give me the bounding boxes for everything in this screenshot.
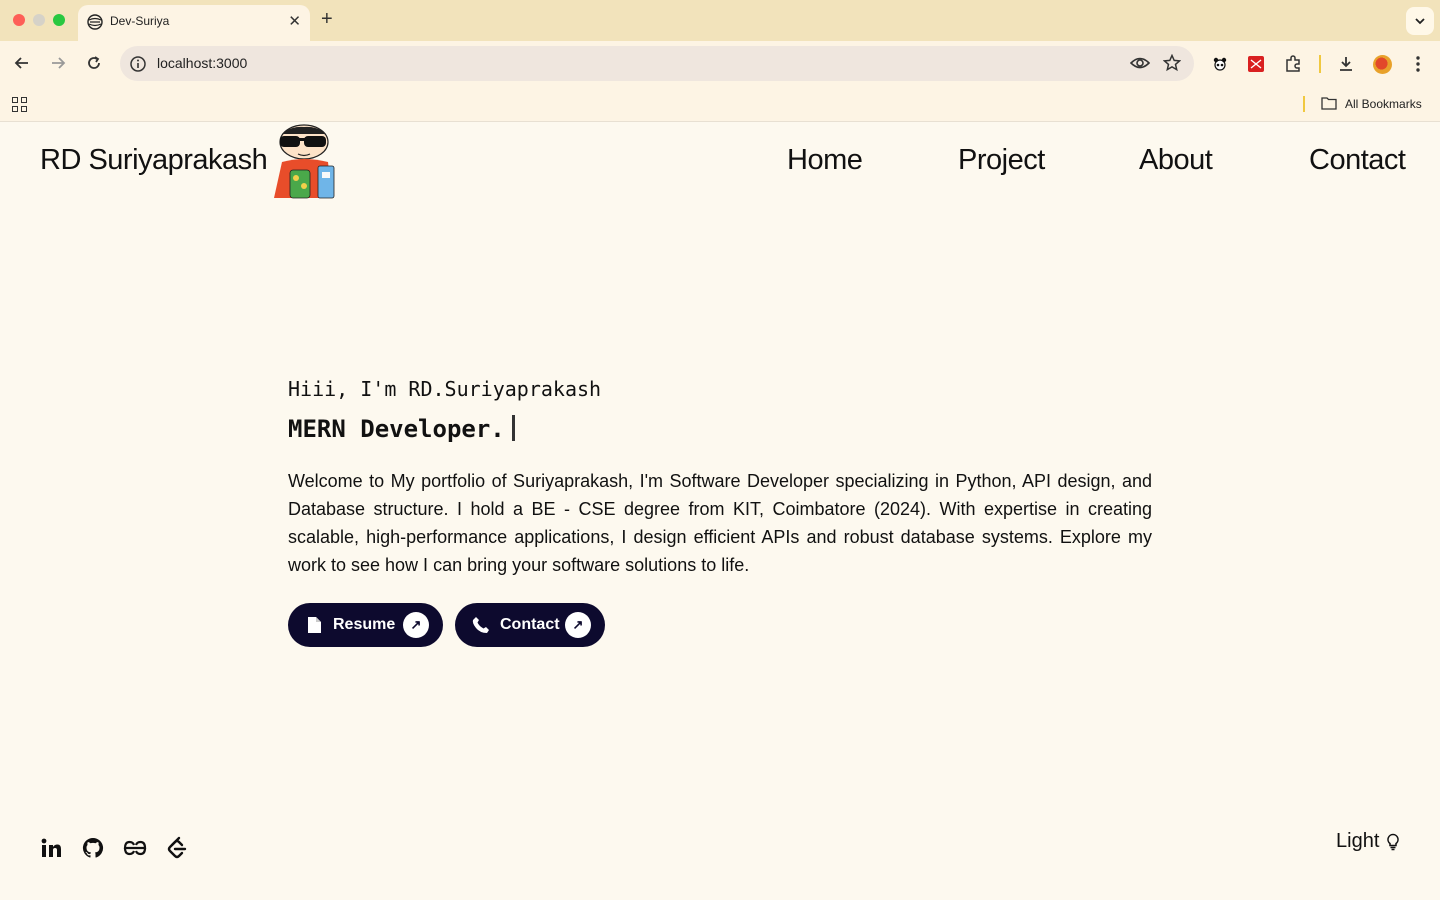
geeksforgeeks-link[interactable] xyxy=(123,836,147,860)
apps-grid-icon[interactable] xyxy=(12,97,27,112)
github-icon xyxy=(82,837,104,858)
tab-title: Dev-Suriya xyxy=(110,14,170,28)
hero-intro-paragraph: Welcome to My portfolio of Suriyaprakash… xyxy=(288,471,1152,575)
extensions-puzzle-icon[interactable] xyxy=(1282,53,1304,75)
new-tab-button[interactable]: + xyxy=(321,8,333,30)
site-favicon-icon xyxy=(87,14,103,30)
eye-icon[interactable] xyxy=(1130,54,1150,72)
lightbulb-icon xyxy=(1387,833,1400,850)
bookmarks-bar: All Bookmarks xyxy=(0,86,1440,122)
linkedin-icon xyxy=(41,838,61,857)
leetcode-link[interactable] xyxy=(165,836,189,860)
nav-contact-link[interactable]: Contact xyxy=(1309,144,1406,177)
folder-icon xyxy=(1321,97,1337,110)
hero-role-text: MERN Developer. xyxy=(288,415,505,443)
arrow-up-right-icon: ↗ xyxy=(403,612,429,638)
reload-icon xyxy=(88,56,100,69)
chevron-down-icon xyxy=(1415,18,1425,25)
github-link[interactable] xyxy=(81,836,105,860)
leetcode-icon xyxy=(167,836,187,859)
reload-button[interactable] xyxy=(82,51,106,75)
resume-button[interactable]: Resume ↗ xyxy=(288,603,443,647)
geeksforgeeks-icon xyxy=(123,840,147,856)
tab-search-button[interactable] xyxy=(1406,7,1434,35)
toolbar-divider xyxy=(1319,55,1321,73)
back-button[interactable] xyxy=(10,51,34,75)
typing-cursor xyxy=(511,415,515,441)
profile-avatar[interactable] xyxy=(1373,55,1392,74)
nav-project-link[interactable]: Project xyxy=(958,144,1045,177)
document-icon xyxy=(305,616,323,634)
contact-button-label: Contact xyxy=(500,616,560,633)
theme-toggle-button[interactable]: Light xyxy=(1336,830,1400,853)
address-url[interactable]: localhost:3000 xyxy=(157,55,247,71)
nav-about-link[interactable]: About xyxy=(1139,144,1213,177)
phone-icon xyxy=(472,616,490,634)
browser-tab-active[interactable]: Dev-Suriya ✕ xyxy=(78,5,310,41)
maximize-window-button[interactable] xyxy=(53,14,65,26)
menu-kebab-icon[interactable] xyxy=(1407,53,1429,75)
all-bookmarks-link[interactable]: All Bookmarks xyxy=(1345,97,1422,111)
browser-tab-strip: Dev-Suriya ✕ + xyxy=(0,0,1440,41)
mascot-sunglasses-illustration xyxy=(274,124,335,199)
arrow-right-icon xyxy=(52,57,66,69)
browser-toolbar: localhost:3000 xyxy=(0,41,1440,86)
minimize-window-button[interactable] xyxy=(33,14,45,26)
close-window-button[interactable] xyxy=(13,14,25,26)
downloads-icon[interactable] xyxy=(1335,53,1357,75)
contact-button[interactable]: Contact ↗ xyxy=(455,603,605,647)
nav-home-link[interactable]: Home xyxy=(787,144,863,177)
arrow-left-icon xyxy=(14,57,28,69)
theme-toggle-label: Light xyxy=(1336,830,1380,852)
tab-close-icon[interactable]: ✕ xyxy=(288,12,301,30)
extension-panda-icon[interactable] xyxy=(1209,53,1231,75)
hero-greeting: Hiii, I'm RD.Suriyaprakash xyxy=(288,377,602,401)
resume-button-label: Resume xyxy=(333,616,396,633)
linkedin-link[interactable] xyxy=(39,836,63,860)
site-info-icon[interactable] xyxy=(128,54,148,74)
extension-red-icon[interactable] xyxy=(1245,53,1267,75)
site-logo-text[interactable]: RD Suriyaprakash xyxy=(40,144,268,177)
bookmark-star-icon[interactable] xyxy=(1163,54,1181,72)
arrow-up-right-icon: ↗ xyxy=(565,612,591,638)
address-bar[interactable]: localhost:3000 xyxy=(120,46,1194,81)
hero-role: MERN Developer. xyxy=(288,415,515,443)
forward-button[interactable] xyxy=(46,51,70,75)
bookmarks-divider xyxy=(1303,96,1305,112)
